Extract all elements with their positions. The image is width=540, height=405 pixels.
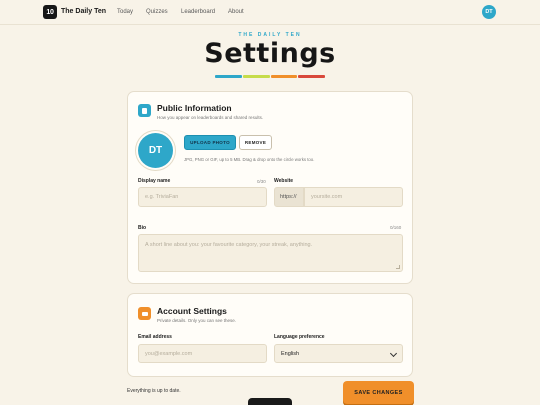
logo-icon[interactable]: 10 <box>43 5 57 19</box>
display-name-counter: 0/30 <box>257 179 266 184</box>
email-label: Email address <box>138 334 172 340</box>
profile-avatar[interactable]: DT <box>138 133 173 168</box>
card-title: Account Settings <box>157 306 227 316</box>
card-subtitle: How you appear on leaderboards and share… <box>157 115 264 120</box>
user-avatar[interactable]: DT <box>482 5 496 19</box>
nav-link-leaderboard[interactable]: Leaderboard <box>181 9 215 15</box>
stripe-blue <box>215 75 242 78</box>
top-navigation: 10 The Daily Ten Today Quizzes Leaderboa… <box>0 0 540 25</box>
color-stripes <box>215 75 325 78</box>
bio-label: Bio <box>138 225 147 231</box>
toast-bar <box>248 398 292 405</box>
save-status: Everything is up to date. <box>127 388 181 394</box>
upload-photo-button[interactable]: UPLOAD PHOTO <box>184 135 236 150</box>
email-input[interactable]: you@example.com <box>138 344 267 363</box>
language-value: English <box>281 350 300 357</box>
stripe-orange <box>270 75 298 78</box>
card-subtitle: Private details. Only you can see these. <box>157 318 237 323</box>
display-name-label: Display name <box>138 178 171 184</box>
nav-link-today[interactable]: Today <box>117 9 133 15</box>
nav-link-about[interactable]: About <box>228 9 244 15</box>
stripe-lime <box>242 75 270 78</box>
save-changes-button[interactable]: SAVE CHANGES <box>343 381 414 404</box>
website-prefix: https:// <box>274 187 304 207</box>
language-select[interactable]: English <box>274 344 403 363</box>
card-title: Public Information <box>157 103 232 113</box>
chevron-down-icon <box>389 349 398 358</box>
stripe-red <box>298 75 325 78</box>
account-settings-card: Account Settings Private details. Only y… <box>127 293 413 377</box>
brand-name[interactable]: The Daily Ten <box>61 8 106 15</box>
profile-card-icon <box>138 104 151 117</box>
page-title: Settings <box>204 38 336 69</box>
resize-grip-icon[interactable] <box>396 265 400 269</box>
bio-counter: 0/160 <box>390 225 402 230</box>
public-information-card: Public Information How you appear on lea… <box>127 91 413 284</box>
nav-link-quizzes[interactable]: Quizzes <box>146 9 168 15</box>
bio-textarea[interactable]: A short line about you: your favourite c… <box>138 234 403 272</box>
bio-placeholder: A short line about you: your favourite c… <box>145 242 313 248</box>
remove-photo-button[interactable]: REMOVE <box>239 135 272 150</box>
website-label: Website <box>274 178 294 184</box>
account-card-icon <box>138 307 151 320</box>
display-name-input[interactable]: e.g. TriviaFan <box>138 187 267 207</box>
website-input[interactable]: yoursite.com <box>304 187 403 207</box>
language-label: Language preference <box>274 334 325 340</box>
upload-hint: JPG, PNG or GIF, up to 5 MB. Drag & drop… <box>184 157 315 162</box>
